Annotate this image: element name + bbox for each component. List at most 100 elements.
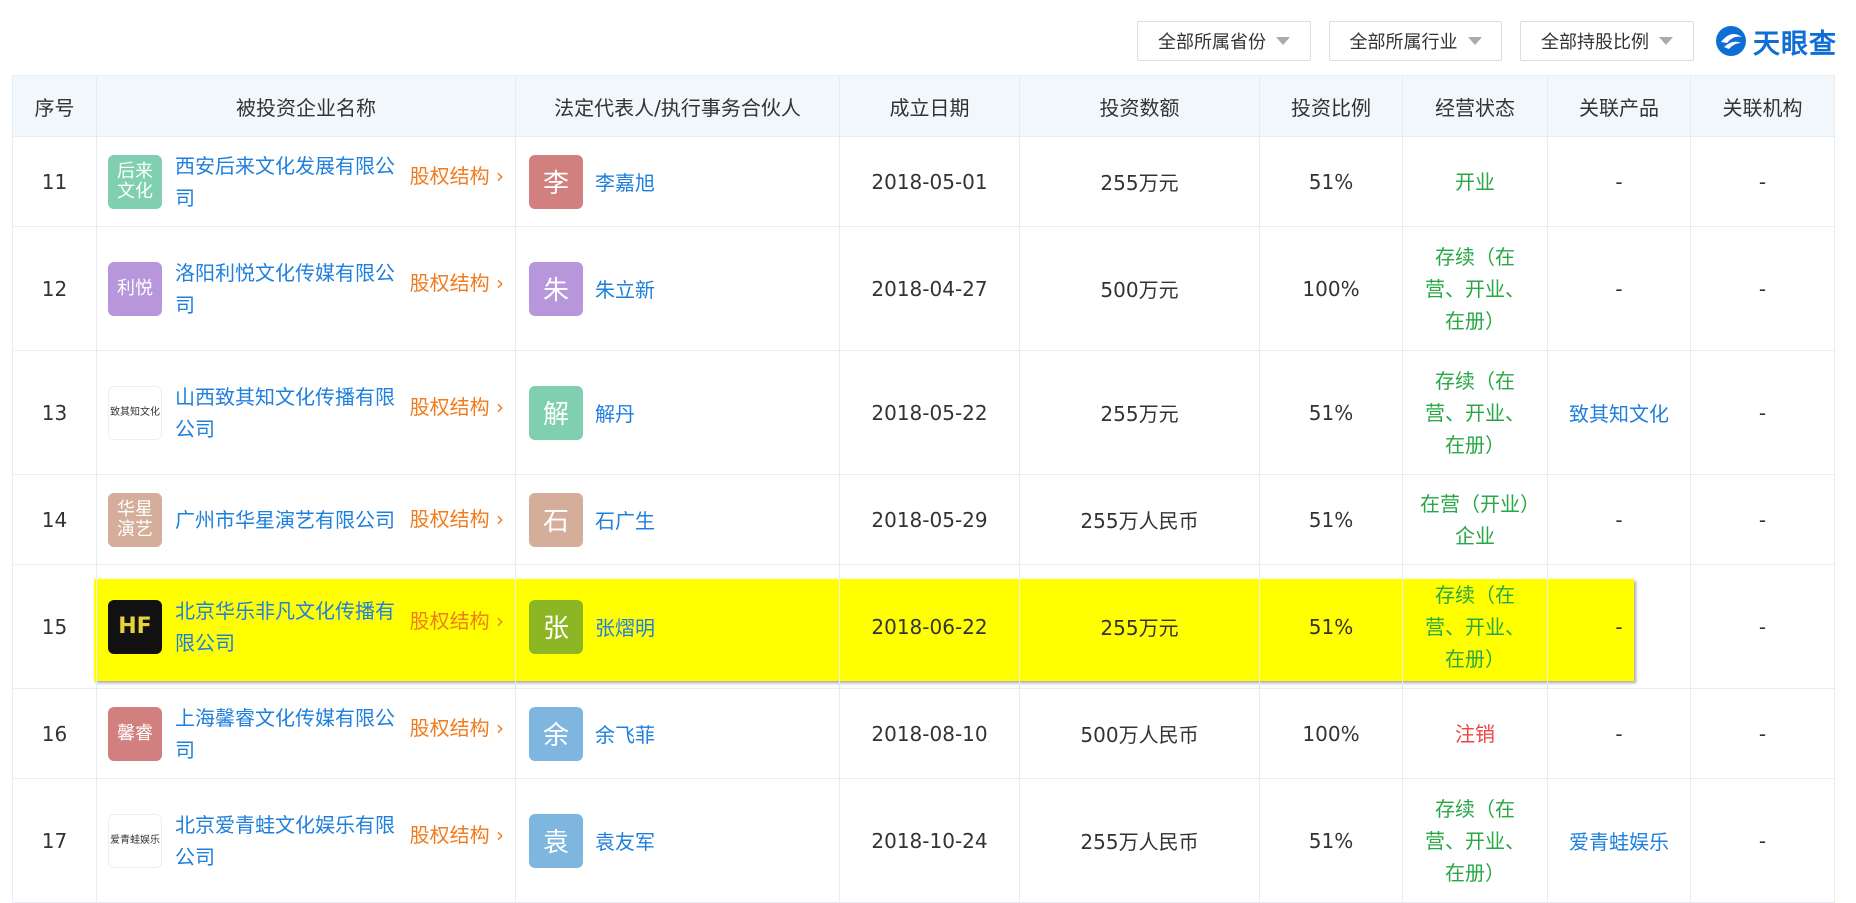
company-logo[interactable]: 致其知文化	[108, 385, 162, 440]
industry-filter-dropdown[interactable]: 全部所属行业	[1329, 21, 1502, 61]
person-avatar[interactable]: 石	[529, 492, 583, 547]
legal-rep-name-link[interactable]: 解丹	[595, 398, 635, 427]
company-name-link[interactable]: 北京爱青蛙文化娱乐有限公司	[175, 809, 406, 873]
seq-cell: 15	[12, 564, 97, 689]
equity-structure-link[interactable]: 股权结构 ›	[410, 160, 504, 189]
product-cell: -	[1547, 136, 1691, 227]
table-row: 15 HF 北京华乐非凡文化传播有限公司 股权结构 › 张张熠明 2018-06-22 25…	[12, 564, 1835, 689]
related-product: -	[1615, 721, 1623, 746]
product-cell[interactable]: 爱青蛙娱乐	[1547, 778, 1691, 903]
product-cell: -	[1547, 688, 1691, 779]
table-row: 13 致其知文化 山西致其知文化传播有限公司 股权结构 › 解解丹 2018-05-22 2…	[12, 350, 1835, 475]
seq-cell: 12	[12, 226, 97, 351]
avatar-initial: 袁	[542, 828, 569, 858]
company-name-link[interactable]: 山西致其知文化传播有限公司	[175, 381, 406, 445]
founded-date-cell: 2018-06-22	[839, 564, 1020, 689]
status-cell: 在营（开业）企业	[1402, 474, 1548, 565]
avatar-initial: 朱	[542, 276, 569, 306]
amount-cell: 255万人民币	[1019, 778, 1260, 903]
company-logo[interactable]: 华星 演艺	[108, 492, 162, 547]
company-name-link[interactable]: 北京华乐非凡文化传播有限公司	[175, 595, 406, 659]
province-filter-dropdown[interactable]: 全部所属省份	[1137, 21, 1311, 61]
status-text: 存续（在营、开业、在册）	[1425, 582, 1525, 671]
equity-structure-label: 股权结构	[409, 608, 490, 633]
equity-structure-link[interactable]: 股权结构 ›	[410, 605, 504, 634]
company-name-link[interactable]: 上海馨睿文化传媒有限公司	[175, 702, 406, 766]
equity-structure-link[interactable]: 股权结构 ›	[410, 712, 504, 741]
brand-logo[interactable]: 天眼查	[1715, 20, 1837, 62]
person-avatar[interactable]: 朱	[529, 261, 583, 316]
table-row: 16 馨睿 上海馨睿文化传媒有限公司 股权结构 › 余余飞菲 2018-08-10 500万…	[12, 688, 1835, 779]
company-logo[interactable]: 馨睿	[108, 706, 162, 761]
company-cell: HF 北京华乐非凡文化传播有限公司 股权结构 ›	[96, 564, 516, 689]
related-product: -	[1615, 169, 1623, 194]
person-avatar[interactable]: 李	[529, 154, 583, 209]
status-cell: 存续（在营、开业、在册）	[1402, 564, 1548, 689]
industry-filter-label: 全部所属行业	[1349, 32, 1458, 53]
equity-structure-link[interactable]: 股权结构 ›	[410, 503, 504, 532]
founded-date-cell: 2018-05-29	[839, 474, 1020, 565]
seq-cell: 14	[12, 474, 97, 565]
legal-rep-name-link[interactable]: 余飞菲	[595, 719, 655, 748]
company-name-link[interactable]: 广州市华星演艺有限公司	[175, 504, 406, 536]
product-cell: -	[1547, 226, 1691, 351]
status-text: 注销	[1455, 721, 1495, 746]
seq-cell: 11	[12, 136, 97, 227]
equity-structure-link[interactable]: 股权结构 ›	[410, 391, 504, 420]
share-ratio-filter-dropdown[interactable]: 全部持股比例	[1520, 21, 1694, 61]
company-cell: 爱青蛙娱乐 北京爱青蛙文化娱乐有限公司 股权结构 ›	[96, 778, 516, 903]
equity-structure-label: 股权结构	[409, 715, 490, 740]
chevron-right-icon: ›	[496, 270, 504, 295]
product-cell: -	[1547, 564, 1691, 689]
company-name-link[interactable]: 洛阳利悦文化传媒有限公司	[175, 257, 406, 321]
ratio-cell: 51%	[1259, 136, 1403, 227]
related-product: -	[1615, 276, 1623, 301]
person-avatar[interactable]: 余	[529, 706, 583, 761]
amount-cell: 255万元	[1019, 136, 1260, 227]
legal-rep-name-link[interactable]: 张熠明	[595, 612, 655, 641]
header-legal-rep: 法定代表人/执行事务合伙人	[515, 75, 840, 137]
company-logo[interactable]: HF	[108, 599, 162, 654]
header-company: 被投资企业名称	[96, 75, 516, 137]
company-logo[interactable]: 爱青蛙娱乐	[108, 813, 162, 868]
org-cell: -	[1690, 474, 1835, 565]
company-name-link[interactable]: 西安后来文化发展有限公司	[175, 150, 406, 214]
equity-structure-link[interactable]: 股权结构 ›	[410, 267, 504, 296]
header-org: 关联机构	[1690, 75, 1835, 137]
company-cell: 后来 文化 西安后来文化发展有限公司 股权结构 ›	[96, 136, 516, 227]
chevron-right-icon: ›	[496, 394, 504, 419]
company-logo-text: HF	[118, 613, 152, 639]
avatar-initial: 解	[542, 400, 569, 430]
related-product[interactable]: 爱青蛙娱乐	[1569, 830, 1669, 854]
equity-structure-label: 股权结构	[409, 270, 490, 295]
person-avatar[interactable]: 袁	[529, 813, 583, 868]
status-text: 开业	[1455, 169, 1495, 194]
org-cell: -	[1690, 350, 1835, 475]
status-cell: 存续（在营、开业、在册）	[1402, 778, 1548, 903]
legal-rep-name-link[interactable]: 石广生	[595, 505, 655, 534]
ratio-cell: 100%	[1259, 226, 1403, 351]
company-cell: 致其知文化 山西致其知文化传播有限公司 股权结构 ›	[96, 350, 516, 475]
company-logo[interactable]: 后来 文化	[108, 154, 162, 209]
related-product: -	[1615, 614, 1623, 639]
seq-cell: 16	[12, 688, 97, 779]
ratio-cell: 51%	[1259, 474, 1403, 565]
legal-rep-name-link[interactable]: 朱立新	[595, 274, 655, 303]
founded-date-cell: 2018-08-10	[839, 688, 1020, 779]
company-logo-text: 馨睿	[117, 722, 153, 744]
person-avatar[interactable]: 张	[529, 599, 583, 654]
related-product[interactable]: 致其知文化	[1569, 402, 1669, 426]
product-cell[interactable]: 致其知文化	[1547, 350, 1691, 475]
avatar-initial: 张	[542, 614, 569, 644]
legal-rep-name-link[interactable]: 袁友军	[595, 826, 655, 855]
company-logo[interactable]: 利悦	[108, 261, 162, 316]
equity-structure-link[interactable]: 股权结构 ›	[410, 819, 504, 848]
org-cell: -	[1690, 564, 1835, 689]
legal-rep-name-link[interactable]: 李嘉旭	[595, 167, 655, 196]
brand-name: 天眼查	[1753, 28, 1837, 60]
status-text: 在营（开业）企业	[1420, 491, 1530, 548]
chevron-right-icon: ›	[496, 163, 504, 188]
person-avatar[interactable]: 解	[529, 385, 583, 440]
legal-rep-cell: 李李嘉旭	[515, 136, 840, 227]
legal-rep-cell: 张张熠明	[515, 564, 840, 689]
